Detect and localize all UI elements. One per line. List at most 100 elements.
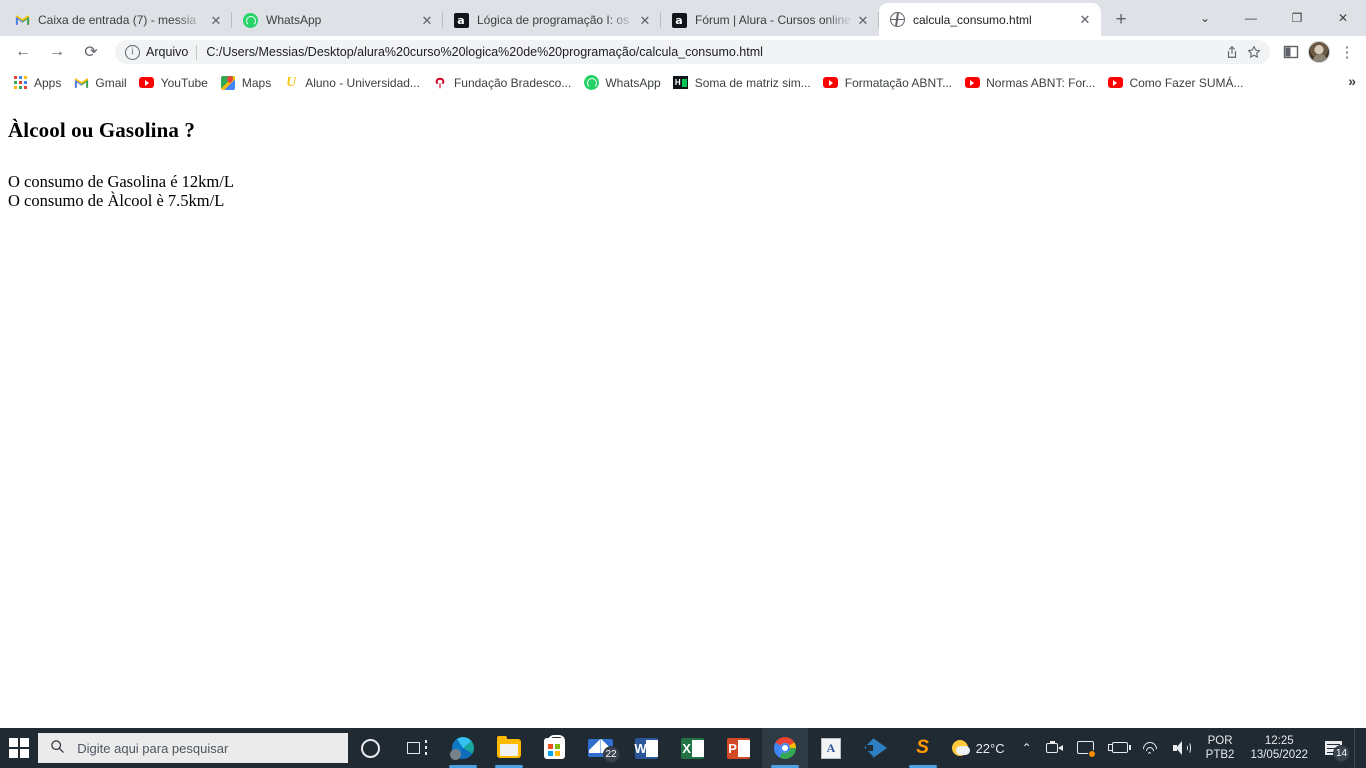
browser-tab-gmail[interactable]: Caixa de entrada (7) - messia ✕ xyxy=(4,4,232,36)
word-icon[interactable]: W xyxy=(624,728,670,768)
document-app-icon[interactable] xyxy=(808,728,854,768)
close-icon[interactable]: ✕ xyxy=(637,12,653,28)
browser-tab-whatsapp[interactable]: WhatsApp ✕ xyxy=(232,4,443,36)
address-bar[interactable]: i Arquivo C:/Users/Messias/Desktop/alura… xyxy=(115,40,1270,64)
bookmark-fundacao-bradesco[interactable]: Fundação Bradesco... xyxy=(428,71,579,95)
close-icon[interactable]: ✕ xyxy=(208,12,224,28)
browser-tab-forum-alura[interactable]: a Fórum | Alura - Cursos online ✕ xyxy=(661,4,879,36)
speaker-icon[interactable] xyxy=(1166,728,1198,768)
clock[interactable]: 12:25 13/05/2022 xyxy=(1242,734,1316,762)
bookmark-youtube[interactable]: YouTube xyxy=(135,71,216,95)
bookmarks-overflow-button[interactable]: » xyxy=(1348,73,1356,89)
bookmark-label: Formatação ABNT... xyxy=(844,75,953,90)
microsoft-store-icon[interactable] xyxy=(532,728,578,768)
bookmark-aluno-universidade[interactable]: U Aluno - Universidad... xyxy=(279,71,428,95)
cortana-icon[interactable] xyxy=(348,728,394,768)
gmail-icon xyxy=(73,75,89,91)
bookmark-gmail[interactable]: Gmail xyxy=(69,71,134,95)
alcohol-consumption-line: O consumo de Àlcool è 7.5km/L xyxy=(8,190,225,210)
search-tabs-icon[interactable]: ⌄ xyxy=(1182,2,1228,34)
clock-date: 13/05/2022 xyxy=(1250,749,1308,761)
bookmark-normas-abnt[interactable]: Normas ABNT: For... xyxy=(960,71,1103,95)
back-button[interactable]: ← xyxy=(9,38,37,66)
battery-charging-icon[interactable] xyxy=(1101,728,1135,768)
bookmark-label: Fundação Bradesco... xyxy=(453,75,572,90)
bookmark-label: Soma de matriz sim... xyxy=(694,75,811,90)
start-button[interactable] xyxy=(0,728,38,768)
camera-icon[interactable] xyxy=(1039,728,1070,768)
minimize-icon[interactable]: — xyxy=(1228,2,1274,34)
action-center-icon[interactable]: 14 xyxy=(1316,728,1350,768)
bookmark-whatsapp[interactable]: WhatsApp xyxy=(579,71,668,95)
language-indicator[interactable]: POR PTB2 xyxy=(1198,734,1243,762)
file-explorer-icon[interactable] xyxy=(486,728,532,768)
show-desktop-button[interactable] xyxy=(1354,728,1360,768)
close-icon[interactable]: ✕ xyxy=(419,12,435,28)
forward-button[interactable]: → xyxy=(43,38,71,66)
youtube-icon xyxy=(823,75,839,91)
close-icon[interactable]: ✕ xyxy=(855,12,871,28)
browser-tab-title: Caixa de entrada (7) - messia xyxy=(38,13,197,27)
tray-overflow-chevron-icon[interactable]: ⌃ xyxy=(1015,728,1039,768)
windows-taskbar: Digite aqui para pesquisar 22 W X P A S … xyxy=(0,728,1366,768)
weather-temperature: 22°C xyxy=(975,740,1005,756)
bookmark-label: Como Fazer SUMÁ... xyxy=(1129,75,1244,90)
alura-icon: a xyxy=(453,12,469,28)
powerpoint-icon[interactable]: P xyxy=(716,728,762,768)
taskbar-icons: 22 W X P S xyxy=(348,728,946,768)
taskbar-search-box[interactable]: Digite aqui para pesquisar xyxy=(38,733,348,763)
magnifier-icon xyxy=(50,739,65,757)
mail-badge: 22 xyxy=(602,746,620,763)
close-icon[interactable]: ✕ xyxy=(1077,12,1093,28)
google-chrome-icon[interactable] xyxy=(761,728,808,768)
bookmark-formatacao-abnt[interactable]: Formatação ABNT... xyxy=(819,71,960,95)
globe-icon xyxy=(889,12,905,28)
browser-toolbar: ← → ⟳ i Arquivo C:/Users/Messias/Desktop… xyxy=(0,36,1366,68)
youtube-icon xyxy=(139,75,155,91)
weather-widget[interactable]: 22°C xyxy=(946,740,1015,756)
task-view-icon[interactable] xyxy=(394,728,440,768)
browser-tab-calcula-consumo[interactable]: calcula_consumo.html ✕ xyxy=(879,3,1101,36)
star-icon[interactable] xyxy=(1244,42,1264,62)
reading-list-icon[interactable] xyxy=(1278,39,1304,65)
maximize-icon[interactable]: ❐ xyxy=(1274,2,1320,34)
excel-icon[interactable]: X xyxy=(670,728,716,768)
vs-code-icon[interactable] xyxy=(854,728,900,768)
youtube-icon xyxy=(1107,75,1123,91)
bookmark-como-fazer-sumario[interactable]: Como Fazer SUMÁ... xyxy=(1103,71,1251,95)
screen: Caixa de entrada (7) - messia ✕ WhatsApp… xyxy=(0,0,1366,768)
web-page-content: Àlcool ou Gasolina ? O consumo de Gasoli… xyxy=(0,98,1366,728)
powerpoint-letter: P xyxy=(728,740,737,756)
microsoft-edge-icon[interactable] xyxy=(440,728,486,768)
browser-tab-strip: Caixa de entrada (7) - messia ✕ WhatsApp… xyxy=(0,0,1366,36)
screen-share-icon[interactable] xyxy=(1070,728,1101,768)
browser-tab-title: Fórum | Alura - Cursos online xyxy=(695,13,851,27)
gmail-icon xyxy=(14,12,30,28)
bookmark-label: Gmail xyxy=(95,75,127,90)
bookmark-maps[interactable]: Maps xyxy=(216,71,279,95)
mail-icon[interactable]: 22 xyxy=(578,728,624,768)
reload-button[interactable]: ⟳ xyxy=(77,38,105,66)
chrome-menu-icon[interactable]: ⋮ xyxy=(1334,39,1360,65)
bookmark-soma-matriz[interactable]: H Soma de matriz sim... xyxy=(669,71,819,95)
close-window-icon[interactable]: ✕ xyxy=(1320,2,1366,34)
language-line1: POR xyxy=(1207,735,1233,747)
scheme-label: Arquivo xyxy=(146,45,189,59)
share-icon[interactable] xyxy=(1222,42,1242,62)
language-line2: PTB2 xyxy=(1205,749,1235,761)
new-tab-button[interactable]: + xyxy=(1107,5,1135,33)
profile-avatar[interactable] xyxy=(1308,41,1330,63)
matrix-icon: H xyxy=(673,75,689,91)
site-info-icon[interactable]: i xyxy=(125,44,140,60)
wifi-icon[interactable] xyxy=(1135,728,1166,768)
excel-letter: X xyxy=(682,740,691,756)
browser-tab-title: Lógica de programação I: os xyxy=(477,13,630,27)
sublime-text-icon[interactable]: S xyxy=(900,728,946,768)
whatsapp-icon xyxy=(583,75,599,91)
bookmark-apps[interactable]: Apps xyxy=(8,71,69,95)
clock-time: 12:25 xyxy=(1264,735,1294,747)
browser-tab-logica-programacao[interactable]: a Lógica de programação I: os ✕ xyxy=(443,4,661,36)
window-controls: ⌄ — ❐ ✕ xyxy=(1182,0,1366,36)
bookmark-label: Aluno - Universidad... xyxy=(305,75,420,90)
browser-tab-title: calcula_consumo.html xyxy=(913,12,1032,27)
